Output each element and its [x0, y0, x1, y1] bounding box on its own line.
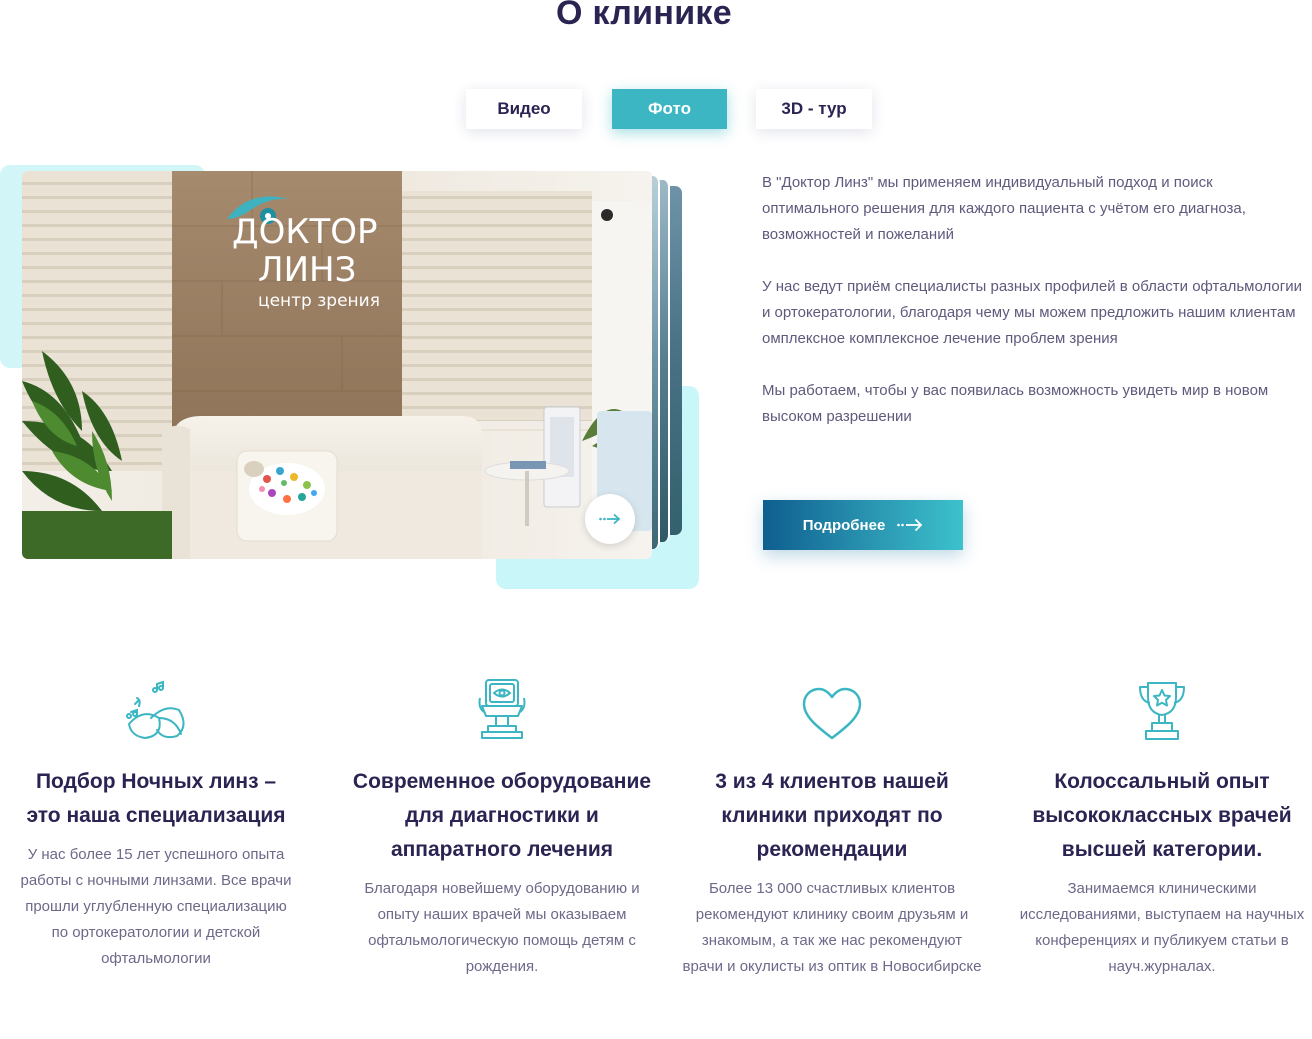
more-button[interactable]: Подробнее: [763, 500, 963, 550]
feature-text: Более 13 000 счастливых клиентов рекомен…: [682, 880, 982, 975]
about-paragraph: В "Доктор Линз" мы применяем индивидуаль…: [762, 174, 1246, 243]
trophy-icon: [1139, 682, 1185, 740]
eye-exam-device-icon: [478, 679, 526, 739]
about-paragraph: У нас ведут приём специалисты разных про…: [762, 278, 1302, 347]
feature-text: Благодаря новейшему оборудованию и опыту…: [364, 880, 640, 975]
tab-photo[interactable]: Фото: [612, 89, 727, 129]
sign-line-3: центр зрения: [258, 291, 380, 311]
arrow-right-icon: [897, 518, 923, 532]
sign-line-1: ДОКТОР: [232, 212, 378, 252]
feature-title: Подбор Ночных линз – это наша специализа…: [26, 770, 286, 827]
gallery-tabs: Видео Фото 3D - тур: [0, 89, 1312, 131]
about-paragraph: Мы работаем, чтобы у вас появилась возмо…: [762, 382, 1269, 425]
feature-card: Колоссальный опыт высококлассных врачей …: [1012, 676, 1312, 980]
section-title: О клинике: [556, 0, 732, 32]
feature-title: Современное оборудование для диагностики…: [352, 770, 652, 861]
clinic-photo: ДОКТОР ЛИНЗ центр зрения: [22, 171, 652, 559]
gallery-next-button[interactable]: [585, 494, 635, 544]
feature-title: Колоссальный опыт высококлассных врачей …: [1032, 770, 1292, 861]
feature-title: 3 из 4 клиентов нашей клиники приходят п…: [715, 770, 949, 861]
heart-icon: [802, 687, 862, 740]
tab-video[interactable]: Видео: [466, 89, 582, 129]
feature-text: Занимаемся клиническими исследованиями, …: [1019, 880, 1305, 975]
sign-line-2: ЛИНЗ: [258, 250, 356, 290]
feature-card: Современное оборудование для диагностики…: [350, 676, 654, 980]
tab-3d-tour[interactable]: 3D - тур: [756, 89, 872, 129]
about-text: В "Доктор Линз" мы применяем индивидуаль…: [762, 170, 1310, 456]
more-button-label: Подробнее: [802, 516, 886, 534]
feature-card: 3 из 4 клиентов нашей клиники приходят п…: [680, 676, 984, 980]
feature-text: У нас более 15 лет успешного опыта работ…: [20, 846, 292, 967]
feature-card: Подбор Ночных линз – это наша специализа…: [16, 676, 296, 972]
contact-lenses-icon: [126, 680, 185, 740]
arrow-right-icon: [599, 513, 621, 525]
